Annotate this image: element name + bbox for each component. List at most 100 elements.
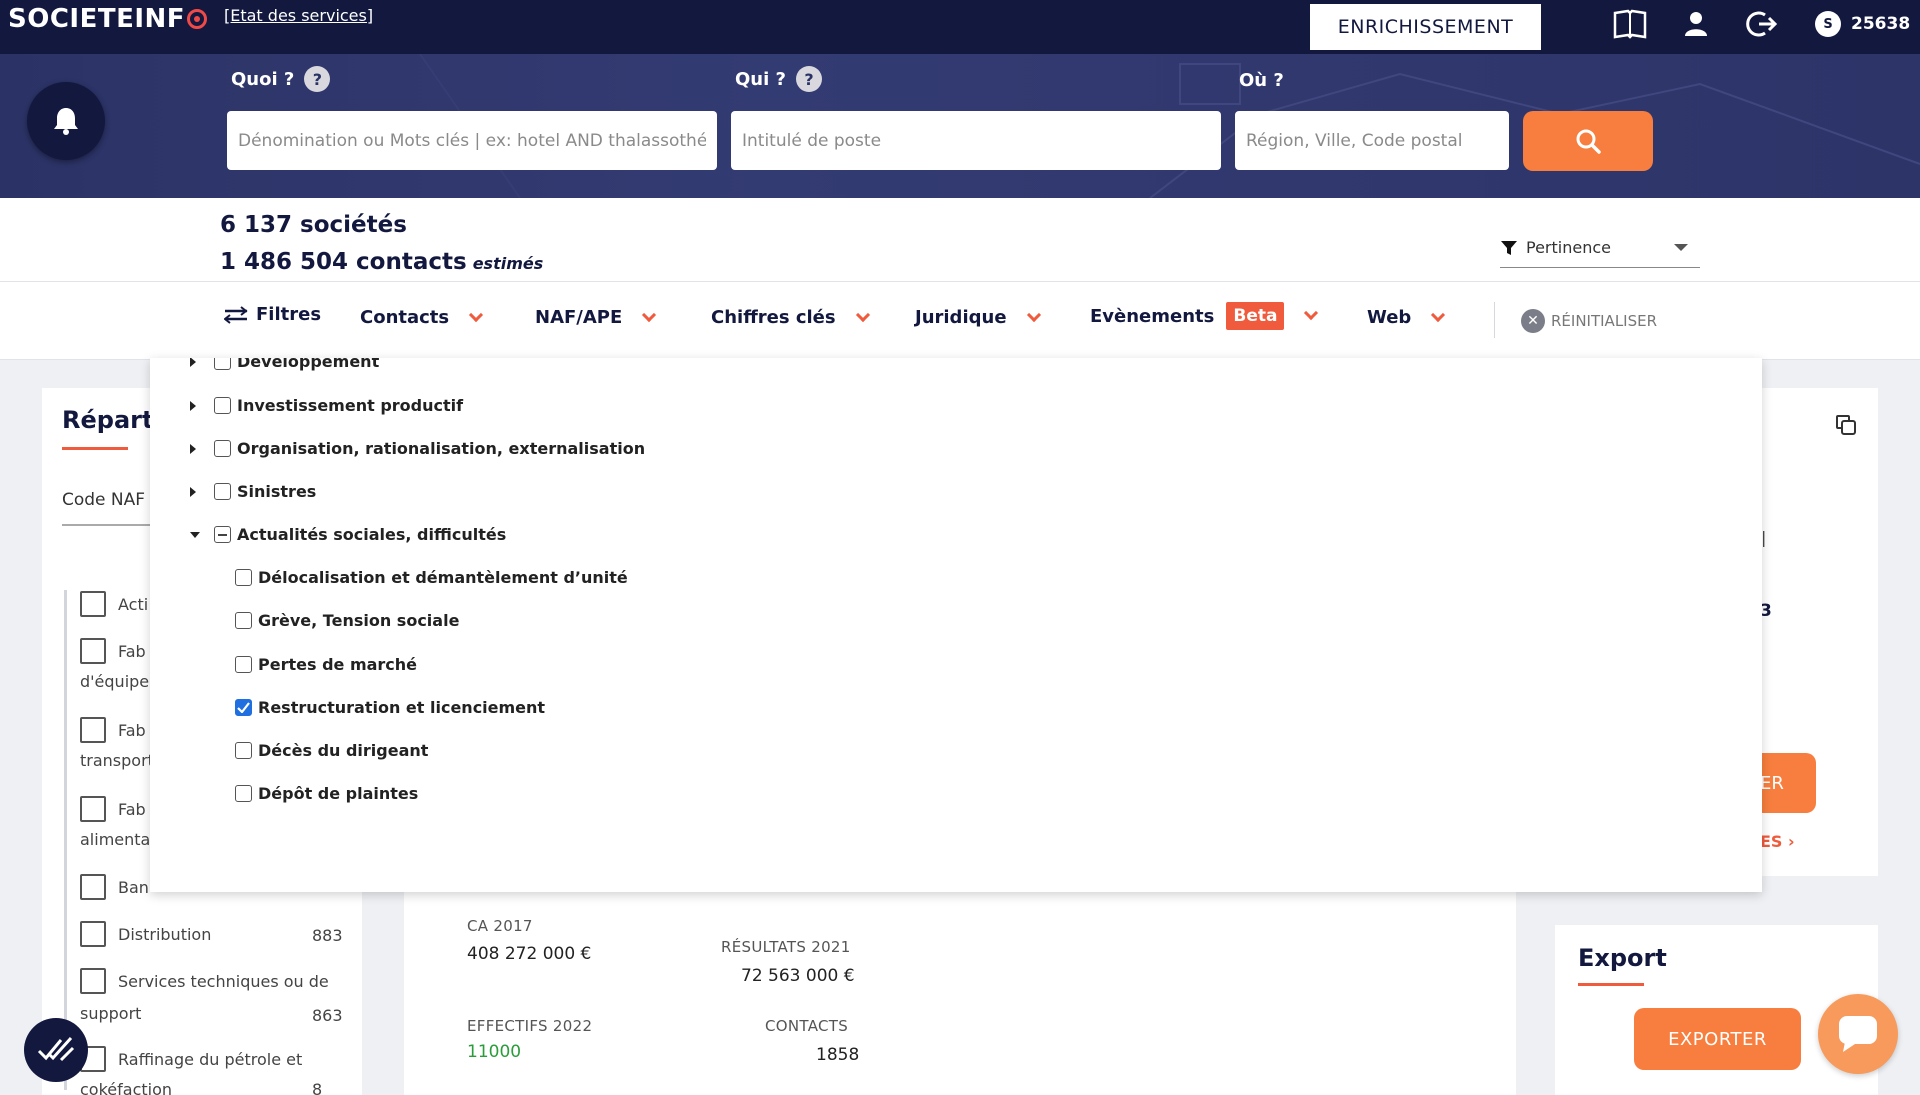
- subitem-checkbox[interactable]: [235, 742, 252, 759]
- subitem-label: Grève, Tension sociale: [258, 611, 460, 630]
- logo-o-mark-icon: [187, 9, 208, 29]
- qui-input[interactable]: [731, 111, 1221, 170]
- naf-item[interactable]: Fab: [80, 638, 146, 664]
- checkmark-icon: [237, 702, 250, 713]
- naf-item[interactable]: Raffinage du pétrole et: [80, 1046, 302, 1072]
- contacts-count-value: 1 486 504 contacts: [220, 249, 467, 275]
- status-services-link[interactable]: [Etat des services]: [224, 6, 373, 25]
- subitem-checkbox[interactable]: [235, 612, 252, 629]
- tree-checkbox-indeterminate[interactable]: [214, 526, 231, 543]
- filter-evenements[interactable]: Evènements Beta: [1090, 302, 1319, 330]
- reset-filters-button[interactable]: ✕ RÉINITIALISER: [1521, 309, 1657, 333]
- filter-web[interactable]: Web: [1367, 307, 1446, 328]
- logout-icon[interactable]: [1744, 6, 1780, 42]
- subitem-checkbox[interactable]: [235, 569, 252, 586]
- search-button[interactable]: [1523, 111, 1653, 171]
- naf-checkbox[interactable]: [80, 591, 106, 617]
- effectifs-label: EFFECTIFS 2022: [467, 1017, 593, 1035]
- qui-help-icon[interactable]: ?: [796, 66, 822, 92]
- subitem-depot-plaintes[interactable]: Dépôt de plaintes: [235, 784, 418, 803]
- tree-item-organisation[interactable]: Organisation, rationalisation, externali…: [190, 439, 645, 458]
- export-button[interactable]: EXPORTER: [1634, 1008, 1801, 1070]
- naf-checkbox[interactable]: [80, 717, 106, 743]
- naf-checkbox[interactable]: [80, 921, 106, 947]
- export-title: Export: [1578, 944, 1667, 972]
- tree-item-developpement[interactable]: Developpement: [190, 358, 379, 371]
- code-naf-select[interactable]: Code NAF: [62, 490, 145, 510]
- left-scrollbar[interactable]: [64, 590, 67, 1090]
- enrichissement-button[interactable]: ENRICHISSEMENT: [1308, 2, 1543, 52]
- naf-item-count: 8: [312, 1080, 323, 1095]
- filter-chiffres-cles[interactable]: Chiffres clés: [711, 307, 870, 328]
- effectifs-value: 11000: [467, 1042, 522, 1062]
- expand-arrow-icon[interactable]: [190, 443, 196, 454]
- chevron-down-icon: [469, 307, 484, 322]
- naf-checkbox[interactable]: [80, 874, 106, 900]
- subitem-checkbox[interactable]: [235, 656, 252, 673]
- naf-item-sub: alimenta: [80, 830, 151, 849]
- naf-item[interactable]: Fab: [80, 717, 146, 743]
- subitem-checkbox[interactable]: [235, 785, 252, 802]
- contacts-value: 1858: [816, 1045, 860, 1065]
- subitem-greve[interactable]: Grève, Tension sociale: [235, 611, 459, 630]
- tree-checkbox[interactable]: [214, 397, 231, 414]
- expand-arrow-icon[interactable]: [190, 358, 196, 367]
- quoi-help-icon[interactable]: ?: [304, 66, 331, 92]
- expand-arrow-icon[interactable]: [190, 486, 196, 497]
- tree-item-sinistres[interactable]: Sinistres: [190, 482, 316, 501]
- naf-checkbox[interactable]: [80, 796, 106, 822]
- expand-arrow-icon[interactable]: [190, 400, 196, 411]
- checklist-button[interactable]: [24, 1018, 88, 1082]
- tree-item-actualites-sociales[interactable]: Actualités sociales, difficultés: [190, 525, 506, 544]
- subitem-checkbox-checked[interactable]: [235, 699, 252, 716]
- credits-counter[interactable]: S 25638: [1815, 6, 1910, 42]
- right-panel-link[interactable]: ES ›: [1760, 832, 1795, 851]
- filter-juridique[interactable]: Juridique: [915, 307, 1041, 328]
- quoi-label-text: Quoi ?: [231, 68, 295, 90]
- tree-item-investissement[interactable]: Investissement productif: [190, 396, 463, 415]
- filters-bar: Filtres Contacts NAF/APE Chiffres clés J…: [0, 282, 1920, 360]
- estimated-label: estimés: [472, 254, 544, 273]
- naf-item-count: 883: [312, 926, 343, 945]
- export-underline: [1578, 983, 1644, 986]
- notifications-bell-icon[interactable]: [27, 82, 105, 160]
- naf-item[interactable]: Fab: [80, 796, 146, 822]
- search-band: Quoi ? ? Qui ? ? Où ?: [0, 54, 1920, 198]
- copy-icon[interactable]: [1835, 414, 1857, 440]
- close-icon: ✕: [1521, 309, 1545, 333]
- filtres-toggle[interactable]: Filtres: [224, 304, 321, 325]
- tree-checkbox[interactable]: [214, 483, 231, 500]
- chat-button[interactable]: [1818, 994, 1898, 1074]
- ou-label: Où ?: [1239, 70, 1284, 91]
- tree-checkbox[interactable]: [214, 358, 231, 370]
- contacts-count: 1 486 504 contacts estimés: [220, 249, 543, 275]
- subitem-pertes-marche[interactable]: Pertes de marché: [235, 655, 417, 674]
- filter-naf-ape[interactable]: NAF/APE: [535, 307, 657, 328]
- repartition-title: Répart: [62, 406, 154, 434]
- naf-item[interactable]: Distribution: [80, 921, 211, 947]
- qui-label: Qui ? ?: [735, 66, 822, 92]
- subitem-deces-dirigeant[interactable]: Décès du dirigeant: [235, 741, 428, 760]
- naf-item[interactable]: Acti: [80, 591, 148, 617]
- chevron-down-icon: [642, 307, 657, 322]
- ou-label-text: Où ?: [1239, 70, 1284, 91]
- book-icon[interactable]: [1612, 6, 1648, 42]
- quoi-input[interactable]: [227, 111, 717, 170]
- subitem-restructuration[interactable]: Restructuration et licenciement: [235, 698, 545, 717]
- ou-input[interactable]: [1235, 111, 1509, 170]
- sort-select[interactable]: Pertinence: [1500, 228, 1700, 268]
- subitem-delocalisation[interactable]: Délocalisation et démantèlement d’unité: [235, 568, 628, 587]
- filter-contacts[interactable]: Contacts: [360, 307, 484, 328]
- tree-checkbox[interactable]: [214, 440, 231, 457]
- naf-checkbox[interactable]: [80, 638, 106, 664]
- logo[interactable]: SOCIETEINF: [8, 4, 208, 34]
- collapse-arrow-icon[interactable]: [190, 531, 200, 538]
- naf-checkbox[interactable]: [80, 968, 106, 994]
- user-icon[interactable]: [1678, 6, 1714, 42]
- naf-item[interactable]: Services techniques ou de: [80, 968, 329, 994]
- ca-value: 408 272 000 €: [467, 944, 592, 964]
- tree-item-label: Developpement: [237, 358, 380, 371]
- results-header: 6 137 sociétés 1 486 504 contacts estimés…: [0, 198, 1920, 282]
- naf-item[interactable]: Ban: [80, 874, 149, 900]
- naf-item-label: Ban: [118, 877, 149, 897]
